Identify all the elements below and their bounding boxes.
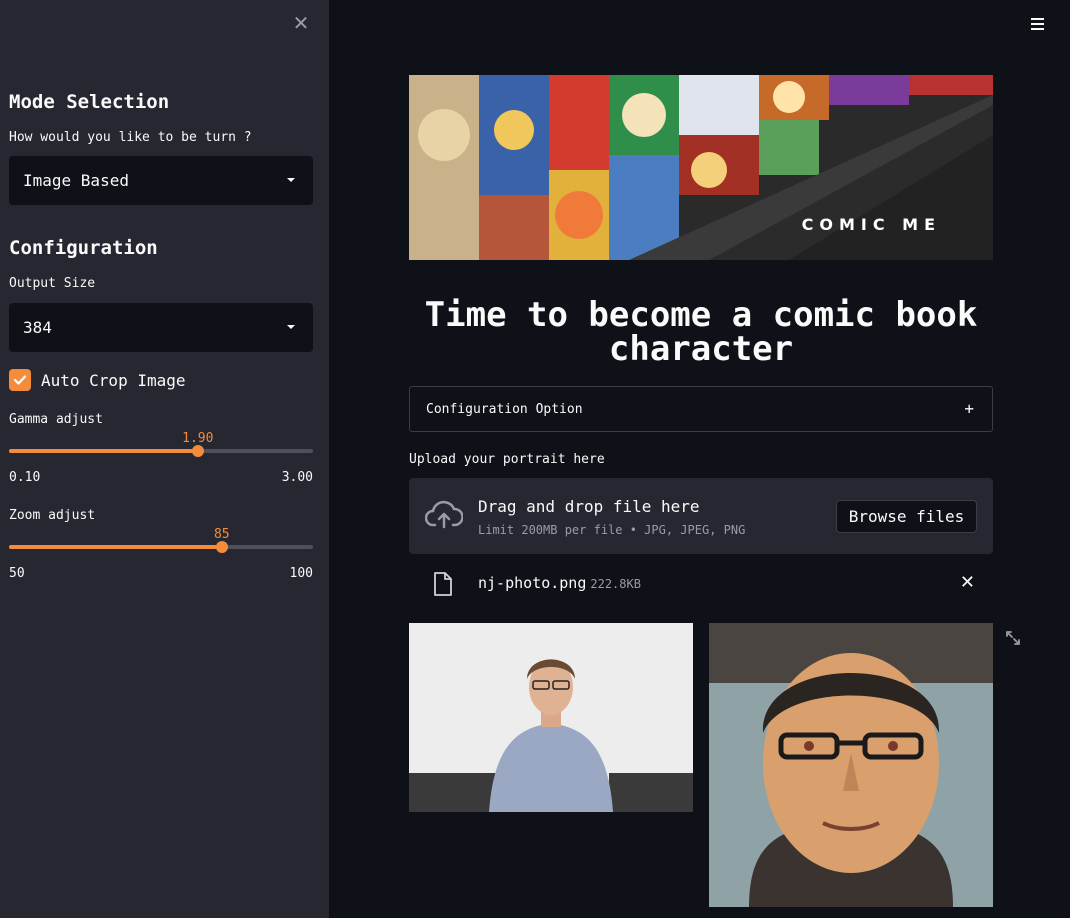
browse-files-button[interactable]: Browse files [836,500,977,533]
configuration-heading: Configuration [9,237,158,259]
output-size-value: 384 [23,318,52,337]
zoom-min: 50 [9,566,25,581]
auto-crop-label: Auto Crop Image [41,370,186,390]
chevron-down-icon [287,178,295,182]
upload-label: Upload your portrait here [409,452,605,467]
expander-label: Configuration Option [426,401,583,417]
auto-crop-checkbox-row[interactable]: Auto Crop Image [9,369,186,391]
slider-fill [9,449,198,453]
mode-select-value: Image Based [23,171,129,190]
remove-file-icon[interactable]: ✕ [960,572,975,593]
close-icon[interactable]: ✕ [290,12,312,34]
comic-portrait-image [709,623,993,907]
original-portrait-image [409,623,693,812]
mode-selection-heading: Mode Selection [9,91,170,113]
gamma-slider[interactable]: 1.90 [9,431,313,471]
gamma-max: 3.00 [281,470,313,485]
dropzone-subtitle: Limit 200MB per file • JPG, JPEG, PNG [478,523,746,537]
configuration-option-expander[interactable]: Configuration Option + [409,386,993,432]
output-size-label: Output Size [9,276,96,291]
gamma-label: Gamma adjust [9,412,103,427]
mode-select[interactable]: Image Based [9,156,313,205]
dropzone-title: Drag and drop file here [478,497,700,516]
mode-question-label: How would you like to be turn ? [9,130,252,145]
portrait-photo [409,623,693,812]
auto-crop-checkbox[interactable] [9,369,31,391]
banner-title: COMIC ME [801,215,941,234]
slider-value: 1.90 [182,431,214,446]
comic-portrait-art [709,623,993,907]
file-name: nj-photo.png 222.8KB [478,574,641,592]
fullscreen-expand-icon[interactable] [1005,630,1021,646]
file-dropzone[interactable]: Drag and drop file here Limit 200MB per … [409,478,993,554]
uploaded-file-row: nj-photo.png 222.8KB ✕ [409,566,993,602]
file-size: 222.8KB [590,577,641,591]
hamburger-menu-icon[interactable] [1027,14,1047,34]
slider-thumb[interactable] [191,445,204,457]
output-size-select[interactable]: 384 [9,303,313,352]
page-title: Time to become a comic book character [424,295,978,369]
sidebar: ✕ Mode Selection How would you like to b… [0,0,329,918]
comic-banner-image: COMIC ME [409,75,993,260]
slider-value: 85 [213,527,230,542]
zoom-slider[interactable]: 85 [9,527,313,567]
zoom-label: Zoom adjust [9,508,96,523]
gamma-min: 0.10 [9,470,41,485]
file-icon [434,572,452,596]
slider-fill [9,545,222,549]
plus-icon: + [964,399,974,418]
file-name-text: nj-photo.png [478,574,587,592]
slider-thumb[interactable] [215,541,228,553]
zoom-max: 100 [289,566,313,581]
checkmark-icon [13,375,27,385]
cloud-upload-icon [425,500,463,529]
chevron-down-icon [287,325,295,329]
